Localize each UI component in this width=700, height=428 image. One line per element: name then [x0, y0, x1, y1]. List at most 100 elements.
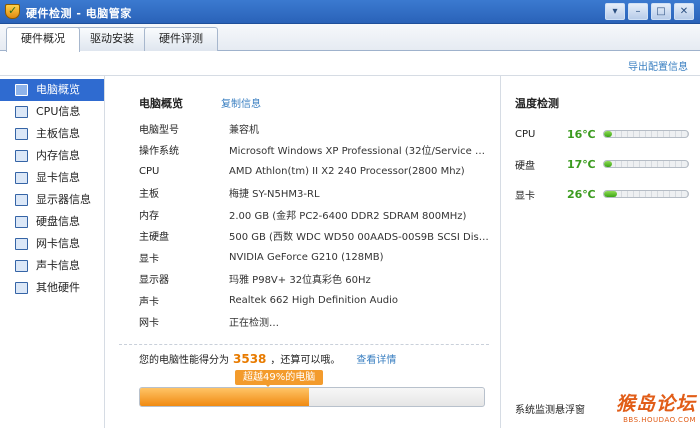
- sidebar-item-label: CPU信息: [36, 105, 81, 118]
- sidebar-item-label: 其他硬件: [36, 281, 80, 294]
- info-key: 电脑型号: [139, 124, 179, 136]
- title-bar: 硬件检测 - 电脑管家 ▾ – □ ✕: [0, 0, 700, 24]
- forum-watermark-logo: 猴岛论坛 BBS.HOUDAO.COM: [616, 389, 696, 424]
- info-row: 电脑型号 兼容机: [139, 118, 489, 138]
- minimize-button[interactable]: –: [628, 3, 648, 20]
- score-value: 3538: [233, 352, 267, 366]
- tab-driver-install[interactable]: 驱动安装: [75, 27, 149, 51]
- sidebar-item-label: 硬盘信息: [36, 215, 80, 228]
- info-row: 声卡 Realtek 662 High Definition Audio: [139, 290, 489, 310]
- performance-progress-bar: [139, 387, 485, 407]
- temperature-value: 26℃: [567, 187, 596, 201]
- sidebar-item[interactable]: 内存信息: [0, 145, 104, 167]
- temperature-value: 17℃: [567, 157, 596, 171]
- info-key: 内存: [139, 210, 159, 222]
- info-value: Realtek 662 High Definition Audio: [229, 294, 399, 306]
- info-row: 主硬盘 500 GB (西数 WDC WD50 00AADS-00S9B SCSI…: [139, 226, 489, 246]
- shield-check-icon: [5, 4, 20, 19]
- temperature-bar-fill: [604, 161, 613, 167]
- window-title: 硬件检测 - 电脑管家: [26, 7, 132, 20]
- temperature-label: CPU: [515, 128, 536, 140]
- info-row: 显卡 NVIDIA GeForce G210 (128MB): [139, 247, 489, 267]
- temperature-label: 显卡: [515, 190, 535, 202]
- info-row: 网卡 正在检测…: [139, 312, 489, 332]
- info-key: 声卡: [139, 296, 159, 308]
- memory-icon: [15, 150, 28, 162]
- info-row: 操作系统 Microsoft Windows XP Professional (3…: [139, 140, 489, 160]
- sidebar-item-label: 主板信息: [36, 127, 80, 140]
- sidebar-item-label: 声卡信息: [36, 259, 80, 272]
- graphics-card-icon: [15, 172, 28, 184]
- info-row: 主板 梅捷 SY-N5HM3-RL: [139, 183, 489, 203]
- info-key: 主板: [139, 189, 159, 200]
- cpu-icon: [15, 106, 28, 118]
- info-key: 主硬盘: [139, 232, 169, 243]
- hard-disk-icon: [15, 216, 28, 228]
- sidebar-item-label: 内存信息: [36, 149, 80, 162]
- menu-button[interactable]: ▾: [605, 3, 625, 20]
- info-value: 玛雅 P98V+ 32位真彩色 60Hz: [229, 275, 371, 286]
- temperature-panel: 温度检测 CPU 16℃ 硬盘 17℃ 显卡 26℃ 系统监测悬浮窗 猴岛论坛 BBS.H…: [500, 75, 700, 428]
- tab-hardware-benchmark[interactable]: 硬件评测: [144, 27, 218, 51]
- info-value: 正在检测…: [229, 318, 279, 329]
- temperature-label: 硬盘: [515, 160, 535, 172]
- sidebar-item[interactable]: 主板信息: [0, 123, 104, 145]
- float-window-label[interactable]: 系统监测悬浮窗: [515, 401, 585, 416]
- info-row: 显示器 玛雅 P98V+ 32位真彩色 60Hz: [139, 269, 489, 289]
- sidebar-item[interactable]: 硬盘信息: [0, 211, 104, 233]
- overview-title: 电脑概览: [139, 97, 183, 110]
- sidebar-item[interactable]: 其他硬件: [0, 277, 104, 299]
- score-suffix: ，还算可以哦。: [270, 355, 341, 366]
- temperature-bar: [603, 160, 689, 168]
- info-key: 显卡: [139, 253, 159, 265]
- overview-panel: 电脑概览 复制信息 电脑型号 兼容机操作系统 Microsoft Windows X…: [105, 75, 500, 428]
- info-value: 500 GB (西数 WDC WD50 00AADS-00S9B SCSI Di…: [229, 232, 489, 243]
- computer-icon: [15, 84, 28, 96]
- sidebar-item[interactable]: 显卡信息: [0, 167, 104, 189]
- window-controls: ▾ – □ ✕: [605, 3, 694, 20]
- info-key: 显示器: [139, 275, 169, 286]
- sidebar-item[interactable]: 电脑概览: [0, 79, 104, 101]
- info-value: 2.00 GB (金邦 PC2-6400 DDR2 SDRAM 800MHz): [229, 210, 467, 222]
- performance-progress-fill: [140, 388, 309, 406]
- sidebar-item[interactable]: 声卡信息: [0, 255, 104, 277]
- sound-card-icon: [15, 260, 28, 272]
- sidebar-item[interactable]: 显示器信息: [0, 189, 104, 211]
- info-value: Microsoft Windows XP Professional (32位/S…: [229, 146, 489, 157]
- divider: [119, 344, 489, 345]
- score-prefix: 您的电脑性能得分为: [139, 355, 229, 366]
- tab-hardware-overview[interactable]: 硬件概况: [6, 27, 80, 52]
- export-config-link[interactable]: 导出配置信息: [628, 58, 688, 73]
- temperature-bar-fill: [604, 131, 613, 137]
- info-value: NVIDIA GeForce G210 (128MB): [229, 251, 384, 263]
- info-value: AMD Athlon(tm) II X2 240 Processor(2800 …: [229, 165, 465, 177]
- sidebar: 电脑概览 CPU信息主板信息内存信息显卡信息显示器信息硬盘信息网卡信息声卡信息其他…: [0, 75, 105, 428]
- temperature-bar: [603, 190, 689, 198]
- sidebar-item-label: 电脑概览: [36, 83, 80, 96]
- temperature-row: 显卡 26℃: [515, 186, 695, 202]
- monitor-icon: [15, 194, 28, 206]
- maximize-button[interactable]: □: [651, 3, 671, 20]
- sidebar-item[interactable]: CPU信息: [0, 101, 104, 123]
- motherboard-icon: [15, 128, 28, 140]
- sidebar-item[interactable]: 网卡信息: [0, 233, 104, 255]
- score-line: 您的电脑性能得分为 3538 ，还算可以哦。 查看详情: [139, 351, 396, 366]
- temperature-bar: [603, 130, 689, 138]
- tab-bar: 硬件概况 驱动安装 硬件评测: [0, 24, 700, 52]
- info-row: 内存 2.00 GB (金邦 PC2-6400 DDR2 SDRAM 800MHz…: [139, 204, 489, 224]
- other-hardware-icon: [15, 282, 28, 294]
- temperature-value: 16℃: [567, 127, 596, 141]
- info-row: CPU AMD Athlon(tm) II X2 240 Processor(28…: [139, 161, 489, 181]
- info-value: 兼容机: [229, 124, 259, 136]
- sidebar-item-label: 显卡信息: [36, 171, 80, 184]
- view-details-link[interactable]: 查看详情: [356, 351, 396, 366]
- info-key: 操作系统: [139, 146, 179, 157]
- sidebar-item-label: 网卡信息: [36, 237, 80, 250]
- copy-info-link[interactable]: 复制信息: [221, 95, 261, 110]
- info-key: 网卡: [139, 318, 159, 329]
- watermark-main: 猴岛论坛: [615, 393, 696, 415]
- sidebar-item-label: 显示器信息: [36, 193, 91, 206]
- close-button[interactable]: ✕: [674, 3, 694, 20]
- network-card-icon: [15, 238, 28, 250]
- temperature-bar-fill: [604, 191, 617, 197]
